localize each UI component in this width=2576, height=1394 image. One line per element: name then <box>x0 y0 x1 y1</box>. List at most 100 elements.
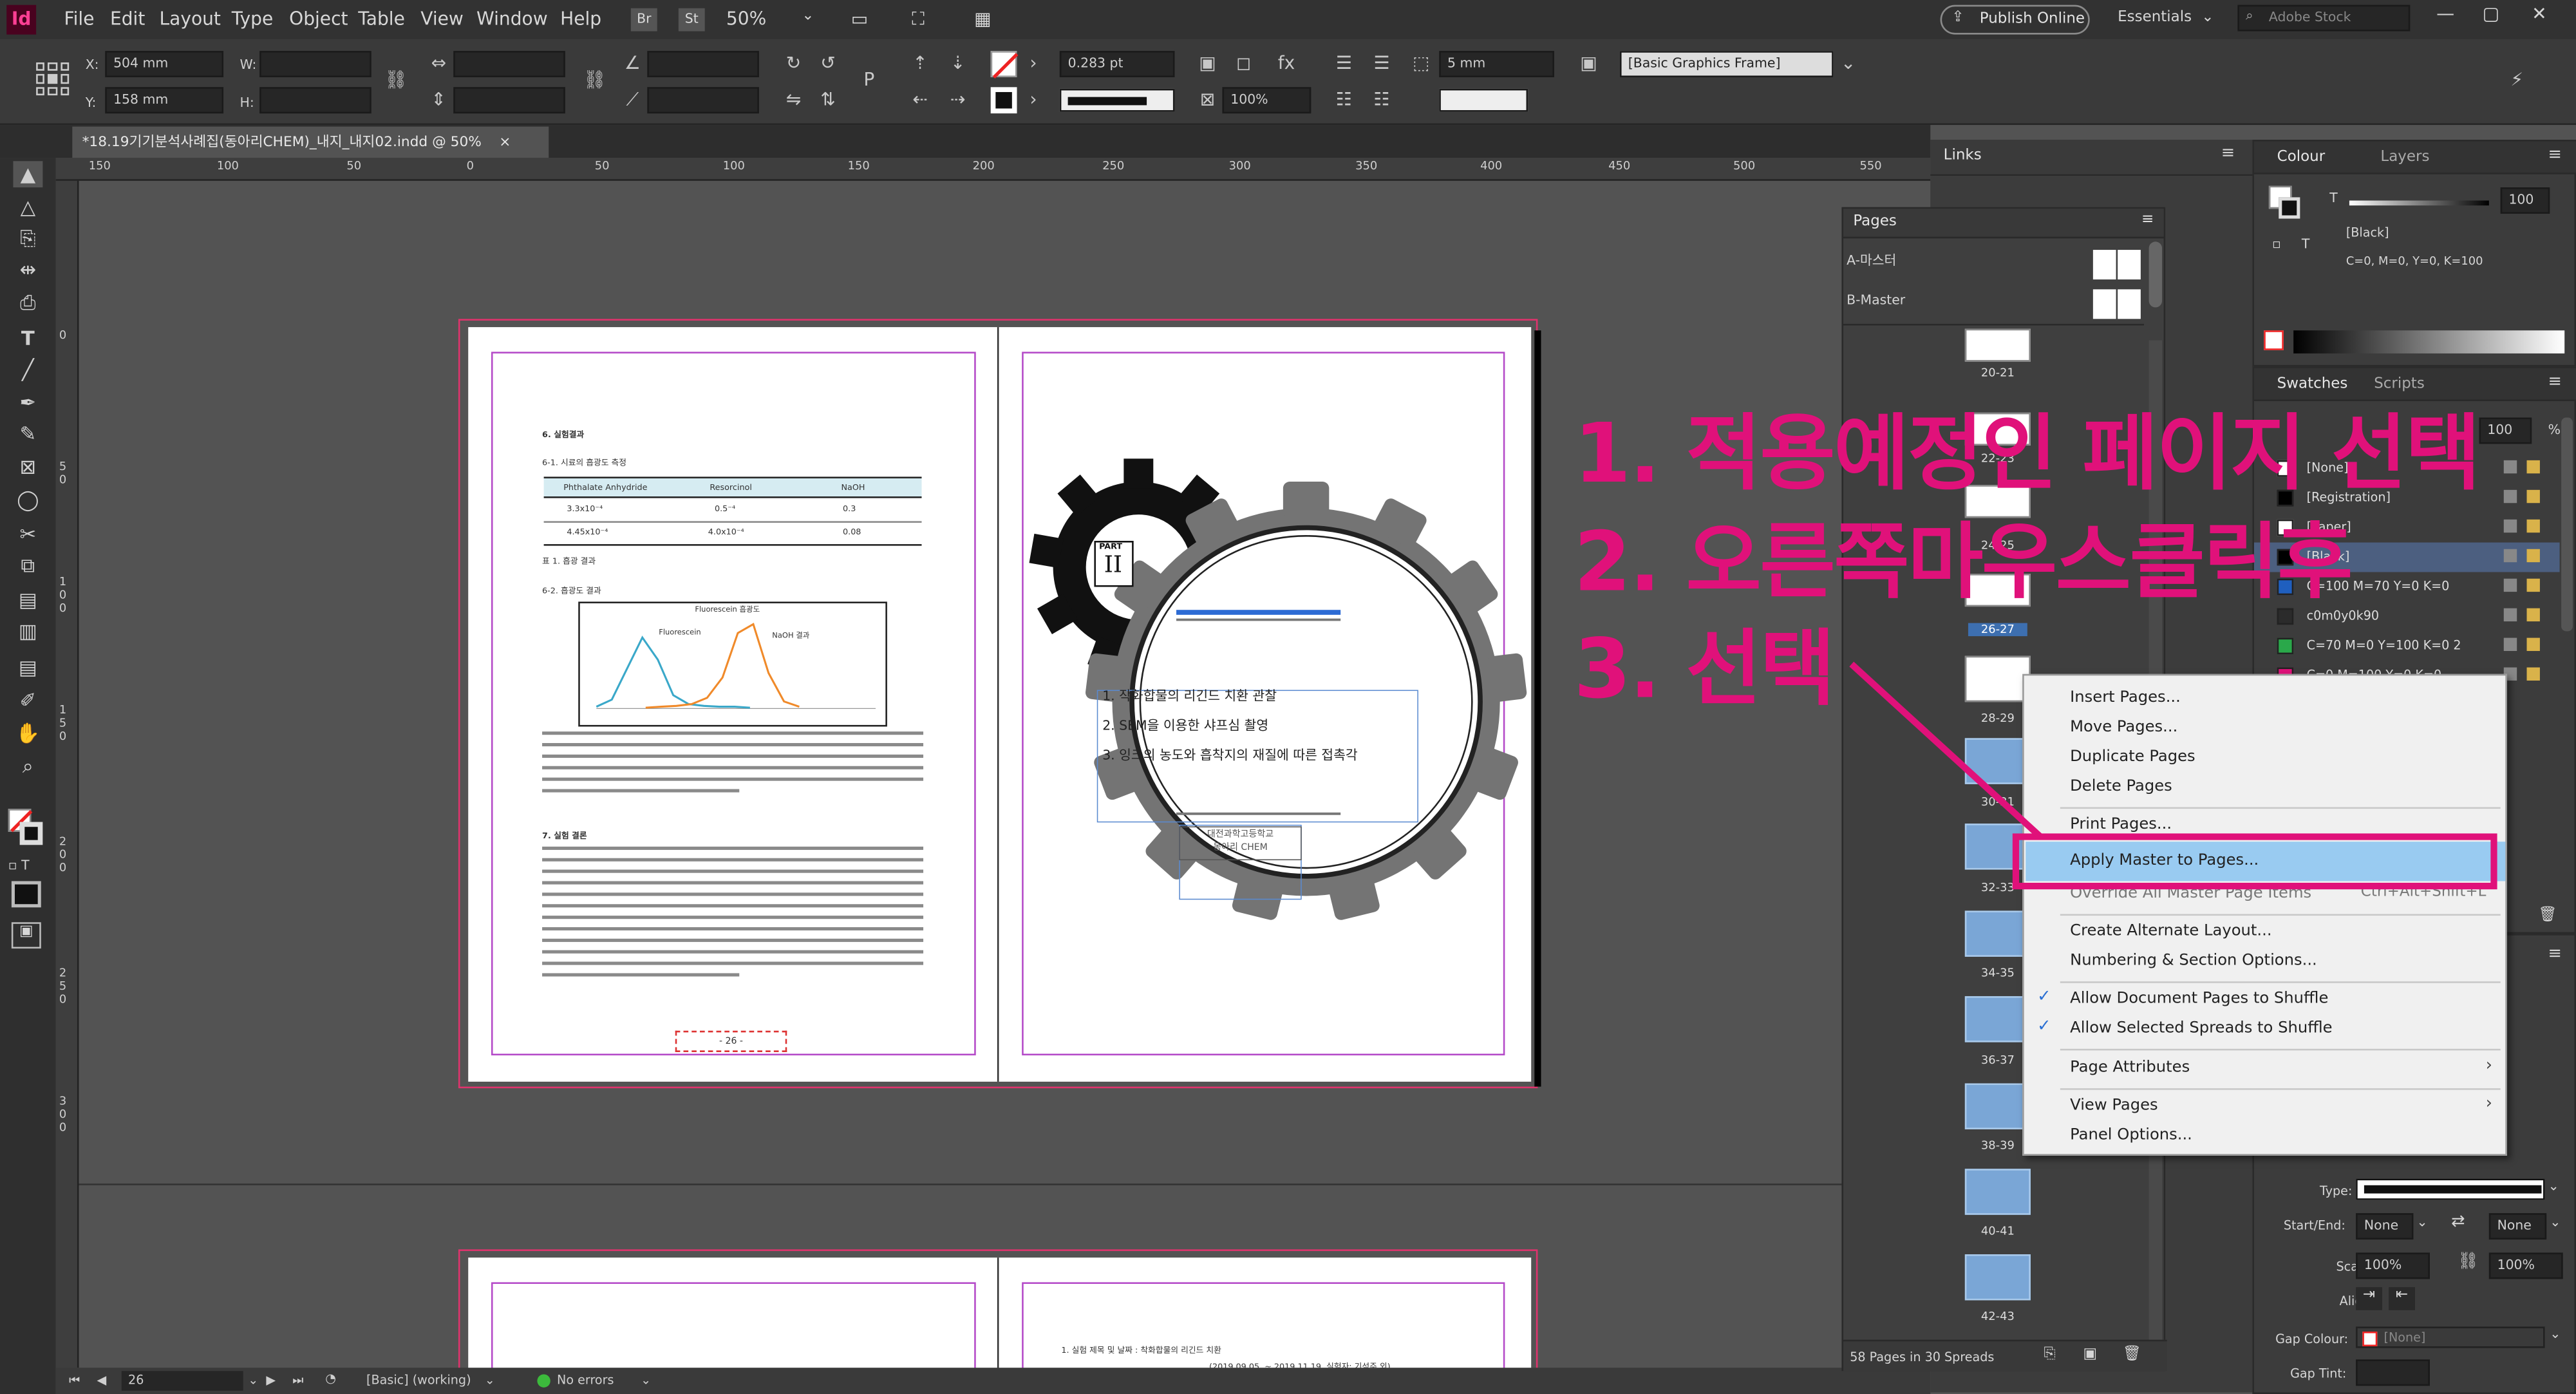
flip-v-icon[interactable]: ⇅ <box>816 89 840 112</box>
type-tool-icon[interactable]: T <box>13 326 42 352</box>
object-style-dropdown-icon[interactable]: ⌄ <box>1837 53 1860 76</box>
view-options-icon[interactable]: ▭ <box>851 8 869 30</box>
end-dropdown[interactable]: None <box>2488 1213 2547 1240</box>
master-thumb[interactable] <box>2118 250 2141 280</box>
master-thumb[interactable] <box>2092 250 2116 280</box>
formatting-container-icon[interactable]: ▫ <box>2272 237 2281 252</box>
spread-thumb-selected[interactable] <box>1964 1083 2031 1129</box>
prev-page-icon[interactable]: ◀ <box>97 1373 107 1388</box>
select-content-icon[interactable]: ⇣ <box>946 53 970 76</box>
left-page[interactable]: 6. 실험결과 6-1. 시료의 흡광도 측정 Phthalate Anhydr… <box>468 327 999 1082</box>
next-page-icon[interactable]: ▶ <box>266 1373 276 1388</box>
gap-colour-dropdown[interactable]: [None] <box>2356 1326 2545 1348</box>
masters-scrollbar[interactable] <box>2148 241 2163 308</box>
workspace-switcher[interactable]: Essentials <box>2118 10 2192 26</box>
object-style-dropdown[interactable]: [Basic Graphics Frame] <box>1619 51 1834 77</box>
lower-right-page[interactable]: 1. 실험 제목 및 날짜 : 착화합물의 리긴드 치환 (2019.09.05… <box>999 1257 1532 1381</box>
master-a[interactable]: A-마스터 <box>1847 252 1896 270</box>
close-window-icon[interactable]: ✕ <box>2532 3 2547 24</box>
none-swatch-icon[interactable] <box>2264 330 2284 350</box>
menu-item-duplicate-pages[interactable]: Duplicate Pages <box>2070 748 2195 766</box>
stroke-menu-icon[interactable]: ≡ <box>2548 945 2562 963</box>
rotate-cw-icon[interactable]: ↻ <box>782 53 805 76</box>
eyedropper-tool-icon[interactable]: ✐ <box>13 687 42 713</box>
w-field[interactable] <box>259 51 371 77</box>
stroke-weight-field[interactable]: 0.283 pt <box>1059 51 1175 77</box>
type-dropdown-icon[interactable]: ⌄ <box>2548 1179 2559 1194</box>
page-number-field[interactable]: 26 <box>121 1371 243 1391</box>
scale-x-field[interactable] <box>453 51 565 77</box>
formatting-affects-container-icon[interactable]: ▫ T <box>8 858 30 873</box>
menu-help[interactable]: Help <box>560 8 601 30</box>
menu-table[interactable]: Table <box>358 8 405 30</box>
rectangle-frame-tool-icon[interactable]: ⊠ <box>13 454 42 480</box>
menu-item-insert-pages[interactable]: Insert Pages... <box>2070 689 2181 707</box>
stock-button[interactable]: St <box>678 8 705 32</box>
spread-thumb[interactable] <box>1964 328 2031 362</box>
lower-left-page[interactable] <box>468 1257 999 1381</box>
bridge-button[interactable]: Br <box>630 8 657 32</box>
pages-tab[interactable]: Pages <box>1853 214 1897 231</box>
gap-tint-field[interactable] <box>2356 1359 2430 1386</box>
menu-view[interactable]: View <box>420 8 464 30</box>
select-container-icon[interactable]: ⇡ <box>908 53 932 76</box>
close-tab-icon[interactable]: × <box>499 135 511 151</box>
menu-item-view-pages[interactable]: View Pages <box>2070 1097 2158 1115</box>
preflight-errors[interactable]: No errors <box>557 1373 614 1388</box>
spread-thumb-selected[interactable] <box>1964 1254 2031 1301</box>
gap-colour-dropdown-icon[interactable]: ⌄ <box>2550 1326 2561 1341</box>
stroke-dropdown-icon[interactable]: › <box>1022 89 1045 112</box>
links-menu-icon[interactable]: ≡ <box>2221 145 2235 163</box>
start-scale-field[interactable]: 100% <box>2356 1252 2430 1279</box>
frame-fitting-dropdown[interactable] <box>1439 88 1528 112</box>
stroke-color-icon[interactable] <box>2279 197 2300 219</box>
right-page[interactable]: PART II 1. 작화합물의 리긴드 치환 관찰 2. SEM을 이용한 샤… <box>999 327 1532 1082</box>
gap-field[interactable]: 5 mm <box>1439 51 1554 77</box>
menu-file[interactable]: File <box>64 8 95 30</box>
gradient-swatch-tool-icon[interactable]: ▤ <box>13 587 42 613</box>
menu-item-numbering-section[interactable]: Numbering & Section Options... <box>2070 952 2317 970</box>
colour-ramp[interactable] <box>2293 330 2565 353</box>
links-tab[interactable]: Links <box>1944 148 1982 165</box>
opacity-field[interactable]: 100% <box>1222 87 1312 114</box>
zoom-level[interactable]: 50% <box>726 8 766 30</box>
align-center-icon[interactable]: ☰ <box>1370 53 1393 76</box>
formatting-text-icon[interactable]: T <box>2302 237 2309 252</box>
menu-item-page-attributes[interactable]: Page Attributes <box>2070 1059 2190 1077</box>
menu-type[interactable]: Type <box>232 8 273 30</box>
selection-tool-icon[interactable]: ▲ <box>13 161 43 188</box>
stroke-swatch-icon[interactable] <box>990 87 1017 114</box>
tint-slider[interactable] <box>2349 200 2489 206</box>
menu-item-allow-spreads-shuffle[interactable]: Allow Selected Spreads to Shuffle <box>2070 1019 2332 1037</box>
note-tool-icon[interactable]: ▤ <box>13 654 42 681</box>
master-thumb[interactable] <box>2118 289 2141 319</box>
layers-tab[interactable]: Layers <box>2380 149 2429 166</box>
gap-tool-icon[interactable]: ⇹ <box>13 256 42 283</box>
text-wrap-icon[interactable]: ▣ <box>1196 53 1219 76</box>
end-dropdown-icon[interactable]: ⌄ <box>2550 1215 2561 1230</box>
distribute-icon[interactable]: ☷ <box>1332 89 1355 112</box>
errors-dropdown-icon[interactable]: ⌄ <box>641 1373 651 1388</box>
stroke-color-icon[interactable] <box>19 822 43 845</box>
menu-item-print-pages[interactable]: Print Pages... <box>2070 815 2172 833</box>
stroke-type-dropdown[interactable] <box>2356 1178 2545 1200</box>
preflight-profile[interactable]: [Basic] (working) <box>366 1373 471 1388</box>
content-icon[interactable]: P <box>858 69 881 92</box>
align-arrow-start-icon[interactable]: ⇥ <box>2356 1287 2382 1310</box>
delete-swatch-icon[interactable]: 🗑 <box>2538 907 2557 924</box>
spread-thumb-selected[interactable] <box>1964 1169 2031 1215</box>
page-tool-icon[interactable]: ⎘ <box>13 225 42 252</box>
distribute-v-icon[interactable]: ☷ <box>1370 89 1393 112</box>
spread-thumb-selected[interactable] <box>1964 996 2031 1042</box>
hand-tool-icon[interactable]: ✋ <box>13 720 42 746</box>
menu-layout[interactable]: Layout <box>160 8 221 30</box>
menu-edit[interactable]: Edit <box>110 8 145 30</box>
minimize-icon[interactable]: — <box>2436 3 2454 24</box>
swatch-row[interactable]: C=70 M=0 Y=100 K=0 2 <box>2254 631 2560 661</box>
arrange-documents-icon[interactable]: ▦ <box>974 8 992 30</box>
apply-color-icon[interactable] <box>11 881 41 908</box>
stock-search-input[interactable]: Adobe Stock <box>2237 5 2411 32</box>
stroke-type-dropdown[interactable] <box>1059 88 1175 112</box>
h-field[interactable] <box>259 87 371 114</box>
document-tab[interactable]: *18.19기기분석사례집(동아리CHEM)_내지_내지02.indd @ 50… <box>72 126 549 158</box>
